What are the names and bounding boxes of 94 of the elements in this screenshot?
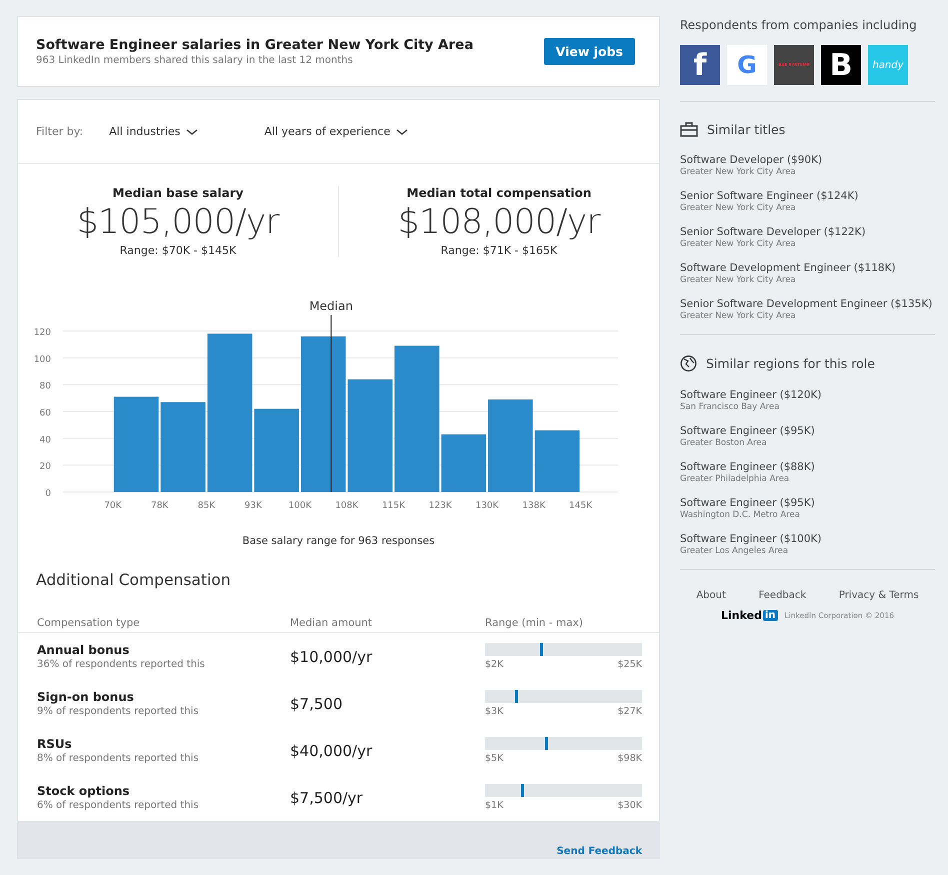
y-axis-label: 60 (40, 408, 51, 418)
x-axis-label: 145K (569, 501, 592, 511)
respondent-note: 9% of respondents reported this (37, 706, 200, 717)
linkedin-logo: Linked in (721, 609, 778, 622)
area-label: Greater Philadelphia Area (680, 474, 790, 484)
similar-link[interactable]: Software Engineer ($88K) (680, 461, 815, 473)
median-amount: $10,000/yr (290, 648, 374, 666)
median-amount: $7,500 (290, 694, 344, 712)
column-header: Compensation type (37, 617, 141, 629)
x-axis-label: 123K (428, 501, 452, 511)
range-max: $98K (618, 753, 642, 764)
x-axis-label: 108K (335, 501, 358, 511)
compensation-type: Sign-on bonus (37, 690, 135, 704)
range-min: $2K (485, 659, 504, 670)
companies-title: Respondents from companies including (680, 18, 918, 32)
similar-link[interactable]: Software Development Engineer ($118K) (680, 262, 896, 274)
x-axis-label: 138K (522, 501, 546, 511)
globe-icon (680, 355, 697, 372)
section-heading: Similar regions for this role (706, 356, 875, 371)
respondent-note: 8% of respondents reported this (37, 753, 200, 764)
x-axis-label: 85K (198, 501, 216, 511)
range-max: $25K (618, 659, 642, 670)
area-label: Greater New York City Area (680, 167, 796, 177)
filter-dropdown[interactable]: All industries (109, 125, 198, 138)
briefcase-icon (680, 122, 698, 137)
footer-link[interactable]: Feedback (758, 590, 806, 601)
similar-link[interactable]: Senior Software Engineer ($124K) (680, 190, 858, 202)
filter-label: Filter by: (36, 125, 84, 138)
median-label: Median (309, 299, 353, 313)
area-label: Greater New York City Area (680, 275, 796, 285)
x-axis-label: 100K (288, 501, 312, 511)
company-logo: B (821, 45, 861, 85)
page-subtitle: 963 LinkedIn members shared this salary in the last 12 months (36, 55, 354, 66)
median-amount: $40,000/yr (290, 742, 374, 760)
histogram-bar (441, 434, 486, 492)
x-axis-label: 93K (244, 501, 262, 511)
similar-link[interactable]: Software Engineer ($100K) (680, 533, 822, 545)
similar-link[interactable]: Software Engineer ($95K) (680, 425, 815, 437)
range-min: $5K (485, 753, 504, 764)
send-feedback-link[interactable]: Send Feedback (556, 846, 642, 857)
column-header: Median amount (290, 617, 374, 629)
y-axis-label: 40 (40, 435, 51, 446)
section-heading: Similar titles (707, 122, 786, 137)
x-axis-label: 70K (104, 501, 122, 511)
chevron-down-icon (186, 128, 198, 136)
range-max: $30K (618, 800, 642, 811)
compensation-type: Annual bonus (37, 643, 130, 657)
x-axis-label: 115K (382, 501, 406, 511)
median-label: Median base salary (112, 186, 244, 200)
range-max: $27K (618, 706, 642, 717)
median-value: $108,000/yr (398, 202, 600, 242)
filter-dropdown[interactable]: All years of experience (264, 125, 408, 138)
median-range: Range: $70K - $145K (120, 244, 236, 257)
similar-link[interactable]: Senior Software Development Engineer ($135K) (680, 298, 932, 310)
respondent-note: 36% of respondents reported this (37, 659, 206, 670)
area-label: Greater Los Angeles Area (680, 546, 788, 556)
y-axis-label: 0 (45, 489, 51, 499)
range-min: $3K (485, 706, 504, 717)
section-title: Additional Compensation (35, 570, 232, 591)
chevron-down-icon (396, 128, 408, 136)
footer-link[interactable]: About (696, 590, 726, 601)
median-range: Range: $71K - $165K (440, 244, 558, 257)
x-axis-label: 78K (150, 501, 168, 511)
company-logo: G (727, 45, 767, 85)
compensation-type: Stock options (37, 784, 131, 798)
area-label: Greater New York City Area (680, 311, 796, 321)
similar-link[interactable]: Senior Software Developer ($122K) (680, 226, 866, 238)
similar-link[interactable]: Software Engineer ($120K) (680, 389, 822, 401)
median-amount: $7,500/yr (290, 788, 364, 806)
area-label: Washington D.C. Metro Area (680, 510, 800, 520)
company-logo: handy (868, 45, 908, 85)
area-label: Greater New York City Area (680, 203, 796, 213)
area-label: San Francisco Bay Area (680, 402, 780, 412)
similar-link[interactable]: Software Engineer ($95K) (680, 497, 815, 509)
y-axis-label: 80 (40, 382, 51, 392)
histogram-bar (534, 430, 580, 492)
compensation-type: RSUs (37, 737, 73, 751)
footer-link[interactable]: Privacy & Terms (838, 590, 919, 601)
median-value: $105,000/yr (76, 202, 280, 242)
column-header: Range (min - max) (485, 617, 584, 629)
x-axis-label: 130K (476, 501, 499, 511)
area-label: Greater Boston Area (680, 438, 767, 448)
y-axis-label: 20 (40, 462, 51, 472)
similar-link[interactable]: Software Developer ($90K) (680, 154, 822, 166)
y-axis-label: 100 (34, 354, 51, 365)
page-title: Software Engineer salaries in Greater New York City Area (36, 37, 474, 53)
respondent-note: 6% of respondents reported this (37, 800, 200, 811)
range-min: $1K (485, 800, 504, 811)
area-label: Greater New York City Area (680, 239, 796, 249)
view-jobs-button[interactable]: View jobs (544, 38, 635, 65)
y-axis-label: 120 (34, 328, 51, 338)
company-logo: f (680, 45, 720, 85)
chart-caption: Base salary range for 963 responses (242, 535, 435, 547)
median-label: Median total compensation (406, 186, 592, 200)
